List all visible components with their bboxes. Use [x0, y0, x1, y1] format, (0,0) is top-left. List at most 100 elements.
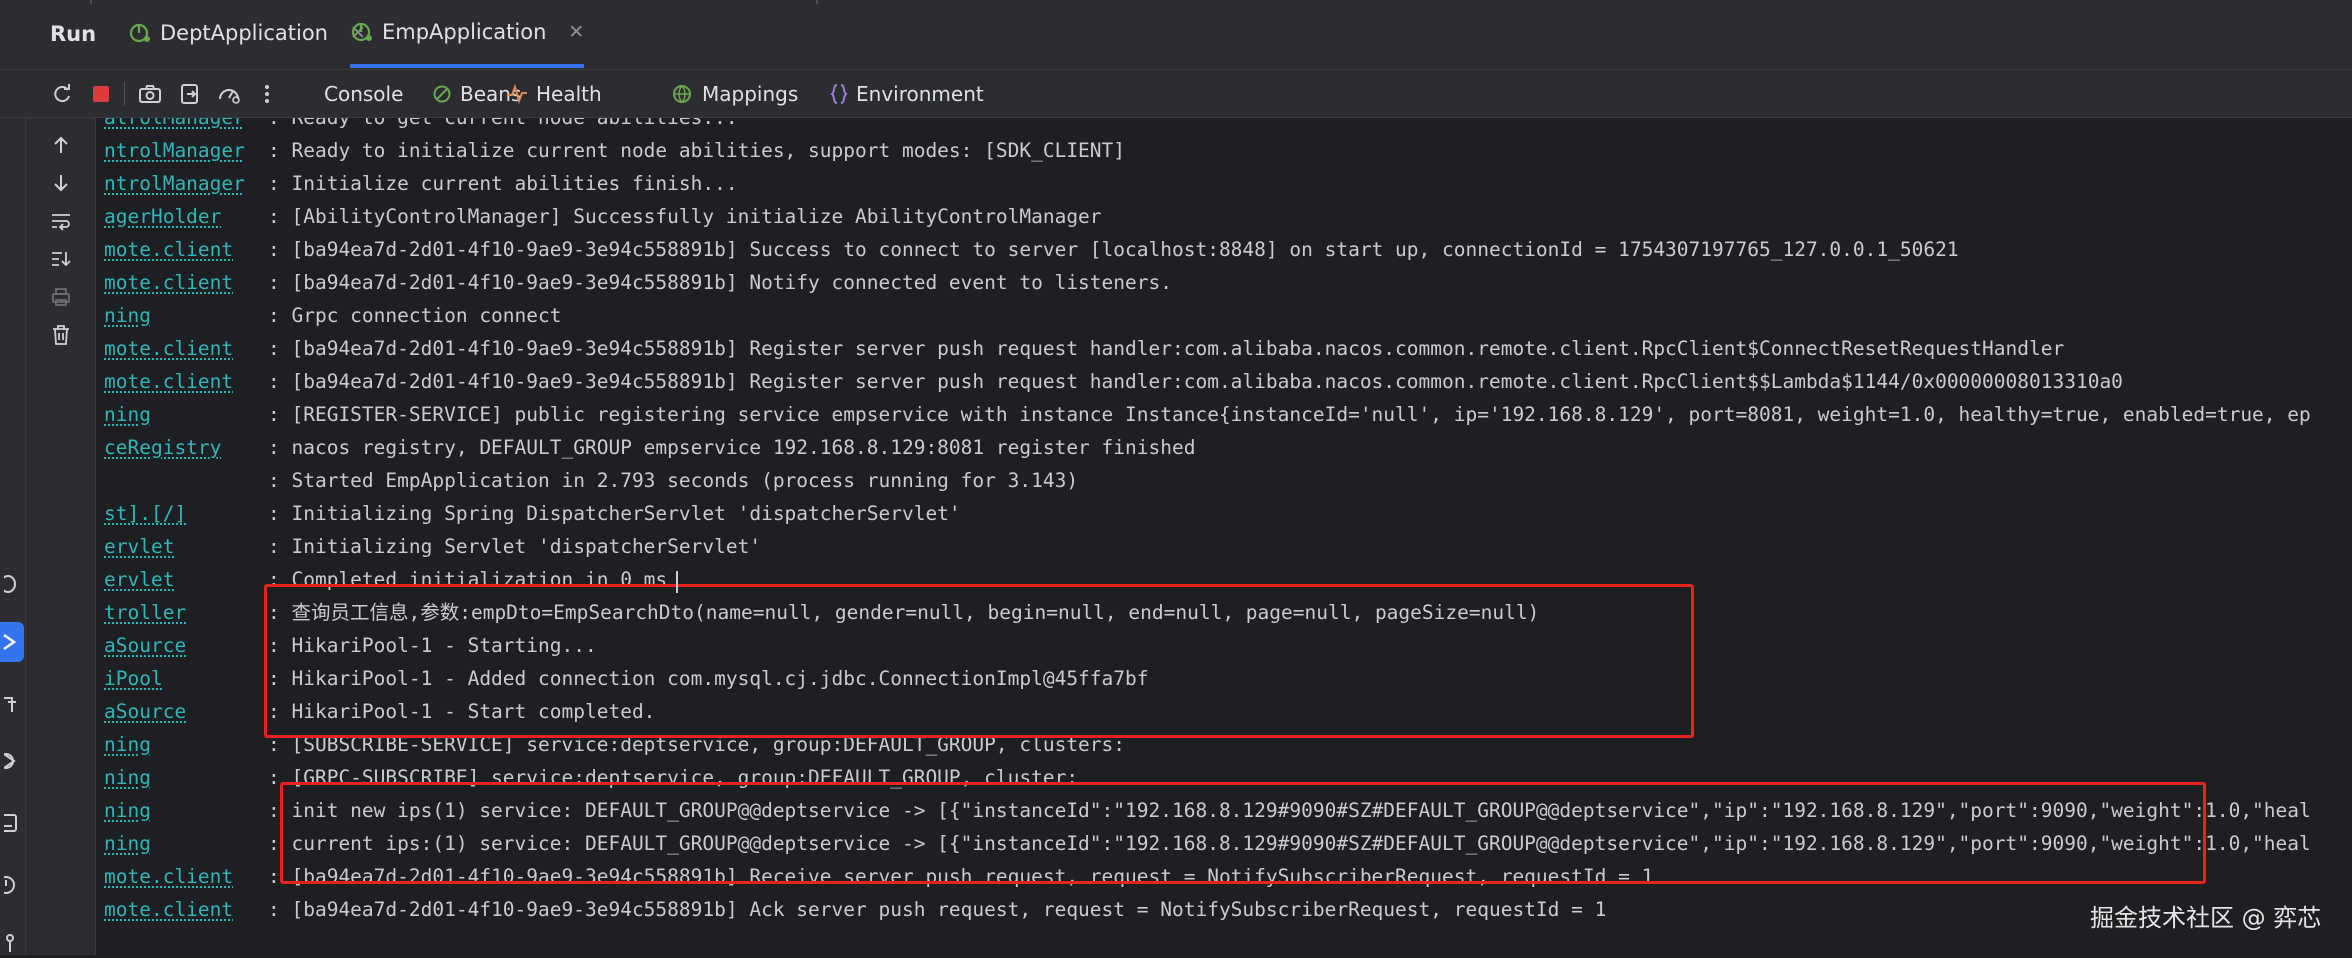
log-line: ceRegistry : nacos registry, DEFAULT_GROU…	[96, 431, 2352, 464]
problems-icon[interactable]	[0, 870, 24, 900]
log-message: : [ba94ea7d-2d01-4f10-9ae9-3e94c558891b]…	[268, 271, 1172, 294]
log-message: : Initialize current abilities finish...	[268, 172, 738, 195]
run-tool-button[interactable]	[0, 622, 24, 662]
log-line: agerHolder : [AbilityControlManager] Succ…	[96, 200, 2352, 233]
logger-name-link[interactable]: agerHolder	[104, 200, 221, 233]
logger-name-link[interactable]: ning	[104, 299, 151, 332]
log-message: : nacos registry, DEFAULT_GROUP empservi…	[268, 436, 1196, 459]
spring-boot-run-icon	[351, 22, 372, 42]
tab-label: EmpApplication	[382, 20, 547, 44]
stop-icon[interactable]	[88, 81, 114, 107]
log-message: : [ba94ea7d-2d01-4f10-9ae9-3e94c558891b]…	[268, 898, 1607, 921]
log-message: : Started EmpApplication in 2.793 second…	[268, 469, 1079, 492]
exit-icon[interactable]	[177, 81, 203, 107]
highlight-box	[264, 584, 1694, 738]
tab-health[interactable]: Health	[506, 78, 602, 110]
logger-name-link[interactable]: mote.client	[104, 266, 233, 299]
toolbar-separator	[124, 82, 125, 106]
logger-name-link[interactable]: aSource	[104, 629, 186, 662]
tab-console[interactable]: Console	[324, 78, 403, 110]
mappings-icon	[673, 85, 691, 103]
logger-name-link[interactable]: mote.client	[104, 365, 233, 398]
more-options-icon[interactable]	[254, 81, 280, 107]
clear-all-icon[interactable]	[48, 322, 74, 348]
log-line: atrolManager : Ready to get current node …	[96, 118, 2352, 134]
log-message: : [REGISTER-SERVICE] public registering …	[268, 403, 2311, 426]
highlight-box	[280, 782, 2206, 884]
log-line: mote.client : [ba94ea7d-2d01-4f10-9ae9-3e…	[96, 893, 2352, 926]
console-output[interactable]: atrolManager : Ready to get current node …	[96, 118, 2352, 955]
log-message: : Grpc connection connect	[268, 304, 562, 327]
scroll-down-icon[interactable]	[48, 170, 74, 196]
close-icon[interactable]: ✕	[568, 21, 584, 43]
camera-icon[interactable]	[137, 81, 163, 107]
top-divider	[90, 0, 92, 4]
logger-name-link[interactable]: iPool	[104, 662, 163, 695]
scroll-to-end-icon[interactable]	[48, 246, 74, 272]
logger-name-link[interactable]: ning	[104, 794, 151, 827]
logger-name-link[interactable]: ervlet	[104, 563, 174, 596]
logger-name-link[interactable]: ervlet	[104, 530, 174, 563]
debug-icon[interactable]	[0, 568, 24, 598]
run-tool-window-header: Run DeptApplication ✕ EmpApplication ✕	[0, 0, 2352, 70]
watermark: 掘金技术社区 @ 弈芯	[2090, 904, 2322, 932]
logger-name-link[interactable]: mote.client	[104, 860, 233, 893]
spring-boot-run-icon	[129, 23, 150, 43]
logger-name-link[interactable]: mote.client	[104, 233, 233, 266]
scroll-up-icon[interactable]	[48, 132, 74, 158]
tab-dept-application[interactable]: DeptApplication ✕	[128, 0, 366, 66]
logger-name-link[interactable]: ning	[104, 728, 151, 761]
logger-name-link[interactable]: ntrolManager	[104, 134, 245, 167]
build-icon[interactable]	[0, 690, 24, 720]
view-label: Environment	[856, 82, 984, 106]
log-line: st].[/] : Initializing Spring DispatcherS…	[96, 497, 2352, 530]
environment-icon	[830, 84, 848, 104]
logger-name-link[interactable]: ning	[104, 398, 151, 431]
log-line: mote.client : [ba94ea7d-2d01-4f10-9ae9-3e…	[96, 332, 2352, 365]
git-icon[interactable]	[0, 928, 24, 958]
log-message: : [AbilityControlManager] Successfully i…	[268, 205, 1102, 228]
services-icon[interactable]	[0, 746, 24, 776]
log-message: : Ready to get current node abilities...	[268, 118, 738, 134]
left-tool-strip	[0, 118, 26, 955]
logger-name-link[interactable]: atrolManager	[104, 118, 245, 134]
log-line: : Started EmpApplication in 2.793 second…	[96, 464, 2352, 497]
log-message: : [ba94ea7d-2d01-4f10-9ae9-3e94c558891b]…	[268, 337, 2065, 360]
log-message: : [ba94ea7d-2d01-4f10-9ae9-3e94c558891b]…	[268, 370, 2123, 393]
logger-name-link[interactable]: aSource	[104, 695, 186, 728]
run-toolbar: Console Beans Health Mappings Environmen…	[0, 70, 2352, 118]
logger-name-link[interactable]: ning	[104, 761, 151, 794]
run-title: Run	[50, 22, 97, 46]
tab-emp-application[interactable]: EmpApplication ✕	[350, 0, 585, 68]
soft-wrap-icon[interactable]	[48, 208, 74, 234]
rerun-icon[interactable]	[49, 81, 75, 107]
console-gutter	[26, 118, 96, 955]
log-line: mote.client : [ba94ea7d-2d01-4f10-9ae9-3e…	[96, 233, 2352, 266]
logger-name-link[interactable]: ntrolManager	[104, 167, 245, 200]
run-icon	[3, 633, 17, 651]
log-message: : Initializing Servlet 'dispatcherServle…	[268, 535, 762, 558]
print-icon[interactable]	[48, 284, 74, 310]
log-message: : Initializing Spring DispatcherServlet …	[268, 502, 961, 525]
view-label: Console	[324, 82, 404, 106]
logger-name-link[interactable]: ning	[104, 827, 151, 860]
terminal-icon[interactable]	[0, 808, 24, 838]
logger-name-link[interactable]: troller	[104, 596, 186, 629]
log-message: : [ba94ea7d-2d01-4f10-9ae9-3e94c558891b]…	[268, 238, 1959, 261]
logger-name-link[interactable]: mote.client	[104, 332, 233, 365]
logger-name-link[interactable]: mote.client	[104, 893, 233, 926]
tab-mappings[interactable]: Mappings	[672, 78, 798, 110]
view-label: Health	[536, 82, 602, 106]
text-cursor	[676, 571, 678, 593]
log-line: ning : [REGISTER-SERVICE] public register…	[96, 398, 2352, 431]
tab-environment[interactable]: Environment	[830, 78, 984, 110]
log-line: ntrolManager : Ready to initialize curren…	[96, 134, 2352, 167]
log-message: : Ready to initialize current node abili…	[268, 139, 1126, 162]
log-line: ntrolManager : Initialize current abiliti…	[96, 167, 2352, 200]
beans-icon	[433, 85, 451, 103]
logger-name-link[interactable]: ceRegistry	[104, 431, 221, 464]
profiler-icon[interactable]	[216, 81, 242, 107]
logger-name-link[interactable]: st].[/]	[104, 497, 186, 530]
log-line: ning : Grpc connection connect	[96, 299, 2352, 332]
log-line: mote.client : [ba94ea7d-2d01-4f10-9ae9-3e…	[96, 365, 2352, 398]
